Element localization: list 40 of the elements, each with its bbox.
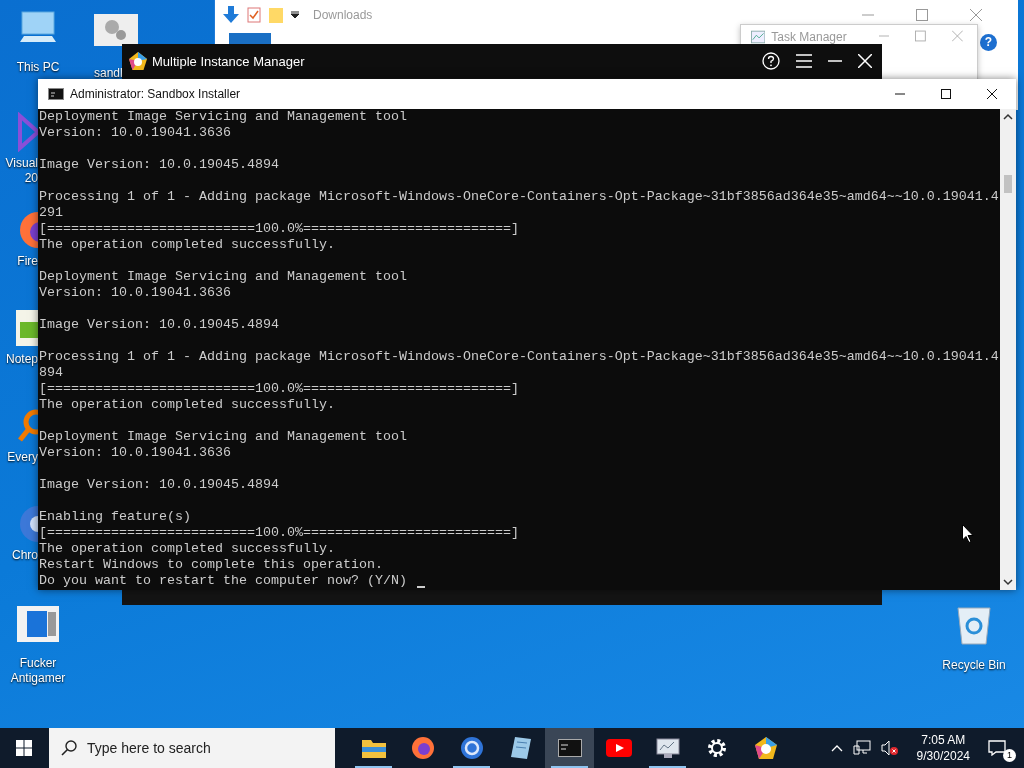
console-line: The operation completed successfully. bbox=[39, 237, 335, 253]
console-line: The operation completed successfully. bbox=[39, 397, 335, 413]
help-icon[interactable]: ? bbox=[980, 34, 997, 51]
console-line: Do you want to restart the computer now? (Y/N) bbox=[39, 573, 407, 589]
console-line: Deployment Image Servicing and Management tool bbox=[39, 429, 407, 445]
window-title: Task Manager bbox=[771, 30, 847, 44]
console-line: Image Version: 10.0.19045.4894 bbox=[39, 477, 279, 493]
console-line: Processing 1 of 1 - Adding package Microsoft-Windows-OneCore-Containers-Opt-Package~31bf3856ad364e35~amd64~~10.0.19041.4 bbox=[39, 189, 999, 205]
console-line: Version: 10.0.19041.3636 bbox=[39, 285, 231, 301]
clock-date[interactable]: 9/30/2024 bbox=[916, 748, 970, 764]
icon-label[interactable]: sandl bbox=[94, 66, 123, 81]
console-line: Image Version: 10.0.19045.4894 bbox=[39, 317, 279, 333]
window-title: Multiple Instance Manager bbox=[152, 53, 305, 69]
console-line: [==========================100.0%==========================] bbox=[39, 221, 519, 237]
console-line: Deployment Image Servicing and Management tool bbox=[39, 269, 407, 285]
console-line: The operation completed successfully. bbox=[39, 541, 335, 557]
icon-label[interactable]: Visual 20 bbox=[0, 156, 38, 186]
clock-time[interactable]: 7:05 AM bbox=[921, 732, 966, 748]
console-line: Restart Windows to complete this operation. bbox=[39, 557, 383, 573]
console-line: Processing 1 of 1 - Adding package Microsoft-Windows-OneCore-Containers-Opt-Package~31bf3856ad364e35~amd64~~10.0.19041.4 bbox=[39, 349, 999, 365]
icon-label[interactable]: Chro bbox=[0, 548, 38, 563]
console-line: Image Version: 10.0.19045.4894 bbox=[39, 157, 279, 173]
icon-label[interactable]: Recycle Bin bbox=[942, 658, 1006, 673]
icon-label[interactable]: Fire bbox=[0, 254, 38, 269]
icon-label[interactable]: Notep bbox=[0, 352, 38, 367]
console-line: Deployment Image Servicing and Management tool bbox=[39, 109, 407, 125]
icon-label[interactable]: Fucker Antigamer bbox=[0, 656, 76, 686]
console-line: [==========================100.0%==========================] bbox=[39, 381, 519, 397]
window-title: Downloads bbox=[313, 8, 373, 22]
console-line: [==========================100.0%==========================] bbox=[39, 525, 519, 541]
icon-label[interactable]: This PC bbox=[16, 60, 60, 75]
notification-count: 1 bbox=[1003, 749, 1016, 762]
search-field[interactable]: Type here to search bbox=[49, 728, 335, 768]
window-title: Administrator: Sandbox Installer bbox=[70, 87, 241, 101]
icon-label[interactable]: Every bbox=[0, 450, 38, 465]
console-line: 894 bbox=[39, 365, 63, 381]
console-line: Version: 10.0.19041.3636 bbox=[39, 445, 231, 461]
console-line: Version: 10.0.19041.3636 bbox=[39, 125, 231, 141]
console-line: Enabling feature(s) bbox=[39, 509, 191, 525]
console-line: 291 bbox=[39, 205, 63, 221]
